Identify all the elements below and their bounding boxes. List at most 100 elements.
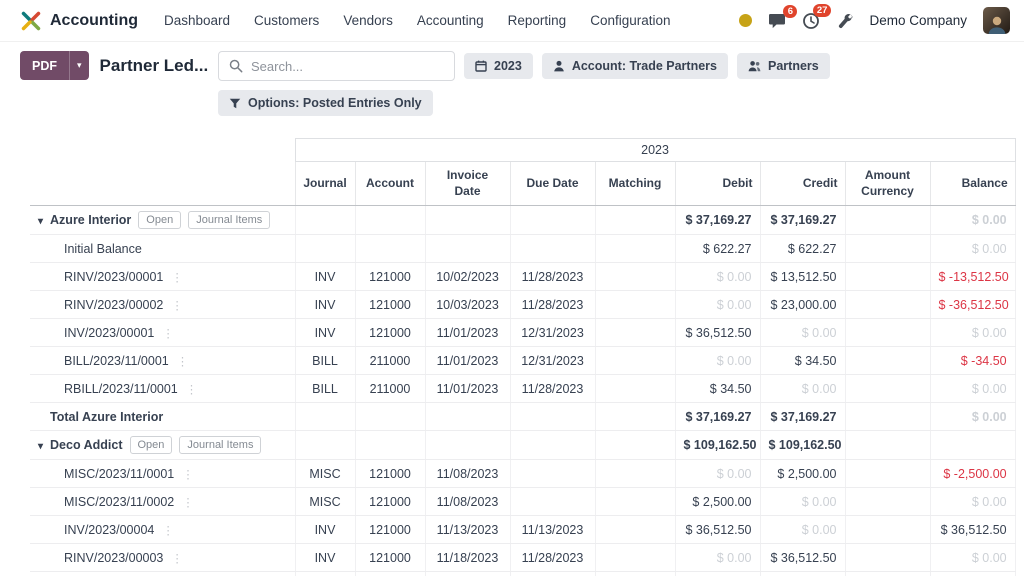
partner-name[interactable]: Azure Interior	[50, 213, 131, 227]
line-label[interactable]: MISC/2023/11/0002	[64, 495, 174, 509]
cell-label: BILL/2023/11/0001 ⋮	[30, 347, 295, 375]
cell-account: 121000	[355, 319, 425, 347]
cell-account: 211000	[355, 375, 425, 403]
app-switcher[interactable]: Accounting	[20, 10, 138, 32]
tools-button[interactable]	[836, 12, 853, 29]
line-label[interactable]: INV/2023/00004	[64, 523, 154, 537]
kebab-menu-icon[interactable]: ⋮	[162, 525, 174, 537]
kebab-menu-icon[interactable]: ⋮	[171, 553, 183, 565]
nav-item-reporting[interactable]: Reporting	[508, 13, 567, 28]
cell-credit: $ 37,169.27	[760, 206, 845, 235]
open-button[interactable]: Open	[130, 436, 173, 454]
kebab-menu-icon[interactable]: ⋮	[186, 384, 198, 396]
partners-filter-button[interactable]: Partners	[737, 53, 830, 79]
options-filter-button[interactable]: Options: Posted Entries Only	[218, 90, 433, 116]
column-header-journal: Journal	[295, 162, 355, 206]
company-switcher[interactable]: Demo Company	[869, 13, 967, 28]
nav-item-accounting[interactable]: Accounting	[417, 13, 484, 28]
line-label[interactable]: RINV/2023/00002	[64, 298, 163, 312]
cell-credit: $ 622.27	[760, 235, 845, 263]
cell-matching	[595, 544, 675, 572]
cell-debit: $ 36,512.50	[675, 319, 760, 347]
cell-label: RBILL/2023/11/0001 ⋮	[30, 375, 295, 403]
pdf-button[interactable]: PDF	[20, 51, 69, 80]
cell-debit: $ 0.00	[675, 347, 760, 375]
partner-group-row: ▾ Azure Interior Open Journal Items $ 37,169…	[30, 206, 1015, 235]
pdf-dropdown-toggle[interactable]: ▾	[69, 51, 89, 80]
caret-down-icon[interactable]: ▾	[38, 216, 43, 227]
account-filter-button[interactable]: Account: Trade Partners	[542, 53, 728, 79]
user-avatar[interactable]	[983, 7, 1010, 34]
cell-invoice-date: 11/08/2023	[425, 460, 510, 488]
journal-items-button[interactable]: Journal Items	[188, 211, 270, 229]
line-label[interactable]: RBILL/2023/11/0001	[64, 382, 178, 396]
cell-amount-currency	[845, 431, 930, 460]
cell-amount-currency	[845, 235, 930, 263]
cell-matching	[595, 488, 675, 516]
cell-due-date	[510, 431, 595, 460]
cell-credit: $ 37,169.27	[760, 403, 845, 431]
cell-debit: $ 37,169.27	[675, 206, 760, 235]
activity-indicator[interactable]	[739, 14, 752, 27]
kebab-menu-icon[interactable]: ⋮	[171, 300, 183, 312]
cell-invoice-date: 11/25/2023	[425, 572, 510, 576]
cell-label: Initial Balance	[30, 235, 295, 263]
activities-button[interactable]: 27	[802, 12, 820, 30]
partner-name[interactable]: Deco Addict	[50, 438, 122, 452]
kebab-menu-icon[interactable]: ⋮	[177, 356, 189, 368]
options-filter-label: Options: Posted Entries Only	[248, 96, 422, 110]
nav-menu: Dashboard Customers Vendors Accounting Repor…	[164, 13, 671, 28]
calendar-icon	[475, 60, 487, 72]
cell-debit: $ 109,162.50	[675, 431, 760, 460]
line-label[interactable]: MISC/2023/11/0001	[64, 467, 174, 481]
cell-matching	[595, 291, 675, 319]
search-input[interactable]	[251, 59, 444, 74]
cell-balance: $ 0.00	[930, 488, 1015, 516]
open-button[interactable]: Open	[138, 211, 181, 229]
column-header-invoice-date: Invoice Date	[425, 162, 510, 206]
nav-item-configuration[interactable]: Configuration	[590, 13, 670, 28]
journal-items-button[interactable]: Journal Items	[179, 436, 261, 454]
cell-journal: MISC	[295, 460, 355, 488]
caret-down-icon[interactable]: ▾	[38, 441, 43, 452]
kebab-menu-icon[interactable]: ⋮	[162, 328, 174, 340]
kebab-menu-icon[interactable]: ⋮	[182, 469, 194, 481]
cell-debit: $ 22,137.50	[675, 572, 760, 576]
ledger-line-row: INV/2023/00004⋮INV12100011/13/202311/13/…	[30, 516, 1015, 544]
line-label[interactable]: RINV/2023/00003	[64, 551, 163, 565]
line-label[interactable]: RINV/2023/00001	[64, 270, 163, 284]
cell-journal: INV	[295, 319, 355, 347]
cell-label: RINV/2023/00002 ⋮	[30, 291, 295, 319]
cell-debit: $ 0.00	[675, 263, 760, 291]
pdf-split-button: PDF ▾	[20, 51, 89, 80]
cell-matching	[595, 431, 675, 460]
date-filter-label: 2023	[494, 59, 522, 73]
ledger-line-row: MISC/2023/11/0002⋮MISC12100011/08/2023$ …	[30, 488, 1015, 516]
cell-due-date: 11/28/2023	[510, 544, 595, 572]
line-label[interactable]: BILL/2023/11/0001	[64, 354, 169, 368]
cell-invoice-date	[425, 431, 510, 460]
nav-item-dashboard[interactable]: Dashboard	[164, 13, 230, 28]
cell-balance: $ -13,512.50	[930, 263, 1015, 291]
column-header-credit: Credit	[760, 162, 845, 206]
kebab-menu-icon[interactable]: ⋮	[171, 272, 183, 284]
control-panel: PDF ▾ Partner Led...	[0, 42, 1024, 126]
app-name: Accounting	[50, 12, 138, 30]
nav-item-vendors[interactable]: Vendors	[343, 13, 393, 28]
messages-button[interactable]: 6	[768, 13, 786, 29]
cell-credit: $ 2,500.00	[760, 460, 845, 488]
nav-item-customers[interactable]: Customers	[254, 13, 319, 28]
line-label[interactable]: INV/2023/00001	[64, 326, 154, 340]
cell-invoice-date: 10/03/2023	[425, 291, 510, 319]
cell-credit: $ 0.00	[760, 516, 845, 544]
cell-account: 121000	[355, 544, 425, 572]
partners-filter-label: Partners	[768, 59, 819, 73]
cell-balance: $ 0.00	[930, 235, 1015, 263]
cell-debit: $ 0.00	[675, 544, 760, 572]
cell-invoice-date: 11/01/2023	[425, 375, 510, 403]
date-filter-button[interactable]: 2023	[464, 53, 533, 79]
filter-funnel-icon	[229, 98, 241, 109]
kebab-menu-icon[interactable]: ⋮	[182, 497, 194, 509]
cell-journal: INV	[295, 572, 355, 576]
cell-debit: $ 0.00	[675, 291, 760, 319]
